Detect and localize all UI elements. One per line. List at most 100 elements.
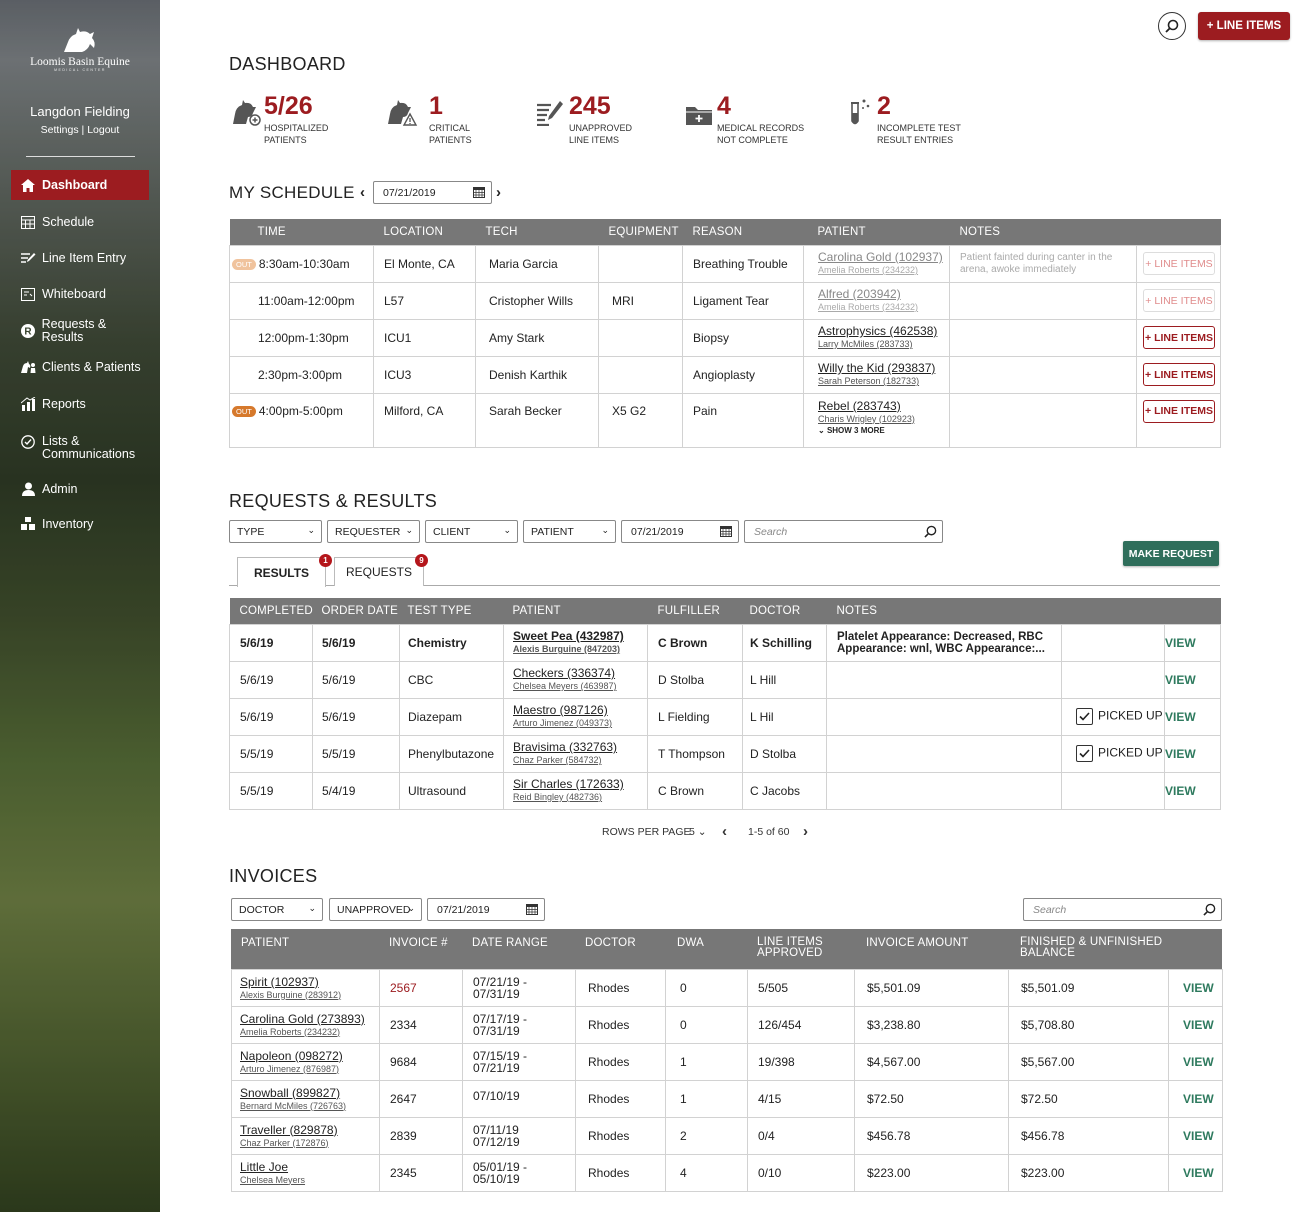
table-row[interactable]: 11:00am-12:00pm L57 Cristopher Wills MRI… [229,281,1221,320]
requester-filter[interactable]: REQUESTER ⌄ [327,520,420,543]
owner-link[interactable]: Chelsea Meyers [240,1174,379,1186]
patient-link[interactable]: Carolina Gold (102937) [818,251,949,264]
view-link[interactable]: VIEW [1165,636,1196,650]
prev-date-button[interactable]: ‹ [360,184,365,201]
table-row[interactable]: 5/5/19 5/4/19 Ultrasound Sir Charles (17… [229,771,1221,810]
table-row[interactable]: 5/5/19 5/5/19 Phenylbutazone Bravisima (… [229,734,1221,773]
make-request-button[interactable]: MAKE REQUEST [1123,541,1219,566]
patient-link[interactable]: Sweet Pea (432987) [513,630,647,643]
search-icon[interactable] [924,525,937,541]
patient-link[interactable]: Sir Charles (172633) [513,778,647,791]
logo[interactable]: Loomis Basin Equine MEDICAL CENTER [0,24,160,72]
rows-per-page-select[interactable]: 5 ⌄ [689,826,707,838]
sidebar-item-whiteboard[interactable]: Whiteboard [11,279,149,309]
view-link[interactable]: VIEW [1183,1055,1214,1069]
sidebar-item-dashboard[interactable]: Dashboard [11,170,149,200]
prev-page-button[interactable]: ‹ [722,823,727,840]
add-line-items-button[interactable]: + LINE ITEMS [1143,363,1215,386]
requests-date-field[interactable]: 07/21/2019 [621,520,739,543]
picked-up-checkbox[interactable] [1076,708,1093,725]
patient-filter[interactable]: PATIENT ⌄ [523,520,616,543]
client-filter[interactable]: CLIENT ⌄ [425,520,518,543]
patient-link[interactable]: Napoleon (098272) [240,1049,379,1063]
view-link[interactable]: VIEW [1183,981,1214,995]
logout-link[interactable]: Logout [87,124,119,136]
schedule-date-field[interactable]: 07/21/2019 [373,181,492,204]
table-row[interactable]: 2:30pm-3:00pm ICU3 Denish Karthik Angiop… [229,355,1221,394]
owner-link[interactable]: Charis Wrigley (102923) [818,413,949,425]
stat-critical[interactable]: 1 CRITICAL PATIENTS [385,92,472,146]
table-row[interactable]: 5/6/19 5/6/19 CBC Checkers (336374) Chels… [229,660,1221,699]
add-line-items-button[interactable]: + LINE ITEMS [1198,12,1290,40]
owner-link[interactable]: Alexis Burguine (847203) [513,643,647,655]
tab-results[interactable]: RESULTS [237,557,326,587]
table-row[interactable]: Little Joe Chelsea Meyers 2345 05/01/19 -… [231,1154,1223,1192]
global-search-button[interactable] [1158,12,1186,40]
search-icon[interactable] [1203,903,1216,919]
patient-link[interactable]: Little Joe [240,1160,379,1174]
sidebar-item-line-item-entry[interactable]: Line Item Entry [11,243,149,273]
tab-requests[interactable]: REQUESTS [334,557,424,586]
table-row[interactable]: Spirit (102937) Alexis Burguine (283912) … [231,969,1223,1007]
view-link[interactable]: VIEW [1165,747,1196,761]
sidebar-item-reports[interactable]: Reports [11,389,149,419]
sidebar-item-clients-patients[interactable]: Clients & Patients [11,352,149,382]
view-link[interactable]: VIEW [1183,1129,1214,1143]
table-row[interactable]: Traveller (829878) Chaz Parker (172876) 2… [231,1117,1223,1155]
view-link[interactable]: VIEW [1165,673,1196,687]
patient-link[interactable]: Bravisima (332763) [513,741,647,754]
patient-link[interactable]: Traveller (829878) [240,1123,379,1137]
patient-link[interactable]: Snowball (899827) [240,1086,379,1100]
doctor-filter[interactable]: DOCTOR ⌄ [231,898,323,921]
stat-hospitalized[interactable]: 5/26 HOSPITALIZED PATIENTS [229,92,328,146]
patient-link[interactable]: Spirit (102937) [240,975,379,989]
add-line-items-button[interactable]: + LINE ITEMS [1143,252,1215,275]
view-link[interactable]: VIEW [1183,1166,1214,1180]
owner-link[interactable]: Amelia Roberts (234232) [818,264,949,276]
table-row[interactable]: 12:00pm-1:30pm ICU1 Amy Stark Biopsy Ast… [229,318,1221,357]
patient-link[interactable]: Carolina Gold (273893) [240,1012,379,1026]
stat-unapproved[interactable]: 245 UNAPPROVED LINE ITEMS [533,92,632,146]
table-row[interactable]: OUT 4:00pm-5:00pm Milford, CA Sarah Becke… [229,392,1221,448]
owner-link[interactable]: Amelia Roberts (234232) [240,1026,379,1038]
view-link[interactable]: VIEW [1183,1092,1214,1106]
owner-link[interactable]: Chelsea Meyers (463987) [513,680,647,692]
type-filter[interactable]: TYPE ⌄ [229,520,322,543]
settings-link[interactable]: Settings [41,124,79,136]
show-more-link[interactable]: ⌄ SHOW 3 MORE [818,426,949,435]
sidebar-item-lists-communications[interactable]: Lists & Communications [11,432,149,464]
table-row[interactable]: Carolina Gold (273893) Amelia Roberts (23… [231,1006,1223,1044]
patient-link[interactable]: Checkers (336374) [513,667,647,680]
invoices-search-input[interactable]: Search [1023,898,1222,921]
stat-medical-records[interactable]: 4 MEDICAL RECORDS NOT COMPLETE [682,92,804,146]
sidebar-item-inventory[interactable]: Inventory [11,509,149,539]
owner-link[interactable]: Amelia Roberts (234232) [818,301,949,313]
stat-incomplete-tests[interactable]: 2 INCOMPLETE TEST RESULT ENTRIES [842,92,961,146]
table-row[interactable]: 5/6/19 5/6/19 Chemistry Sweet Pea (43298… [229,623,1221,662]
patient-link[interactable]: Willy the Kid (293837) [818,362,949,375]
add-line-items-button[interactable]: + LINE ITEMS [1143,289,1215,312]
calendar-icon[interactable] [473,187,485,201]
add-line-items-button[interactable]: + LINE ITEMS [1143,326,1215,349]
owner-link[interactable]: Chaz Parker (584732) [513,754,647,766]
patient-link[interactable]: Alfred (203942) [818,288,949,301]
requests-search-input[interactable]: Search [744,520,943,543]
patient-link[interactable]: Rebel (283743) [818,399,949,413]
sidebar-item-schedule[interactable]: Schedule [11,207,149,237]
table-row[interactable]: Snowball (899827) Bernard McMiles (726763… [231,1080,1223,1118]
picked-up-checkbox[interactable] [1076,745,1093,762]
owner-link[interactable]: Larry McMiles (283733) [818,338,949,350]
invoice-link[interactable]: 2567 [390,981,417,995]
table-row[interactable]: OUT 8:30am-10:30am El Monte, CA Maria Gar… [229,244,1221,283]
sidebar-item-requests-results[interactable]: R Requests & Results [11,316,149,346]
owner-link[interactable]: Arturo Jimenez (049373) [513,717,647,729]
invoices-date-field[interactable]: 07/21/2019 [427,898,545,921]
owner-link[interactable]: Reid Bingley (482736) [513,791,647,803]
owner-link[interactable]: Chaz Parker (172876) [240,1137,379,1149]
patient-link[interactable]: Astrophysics (462538) [818,325,949,338]
view-link[interactable]: VIEW [1165,710,1196,724]
owner-link[interactable]: Bernard McMiles (726763) [240,1100,379,1112]
sidebar-item-admin[interactable]: Admin [11,474,149,504]
next-date-button[interactable]: › [496,184,501,201]
owner-link[interactable]: Alexis Burguine (283912) [240,989,379,1001]
